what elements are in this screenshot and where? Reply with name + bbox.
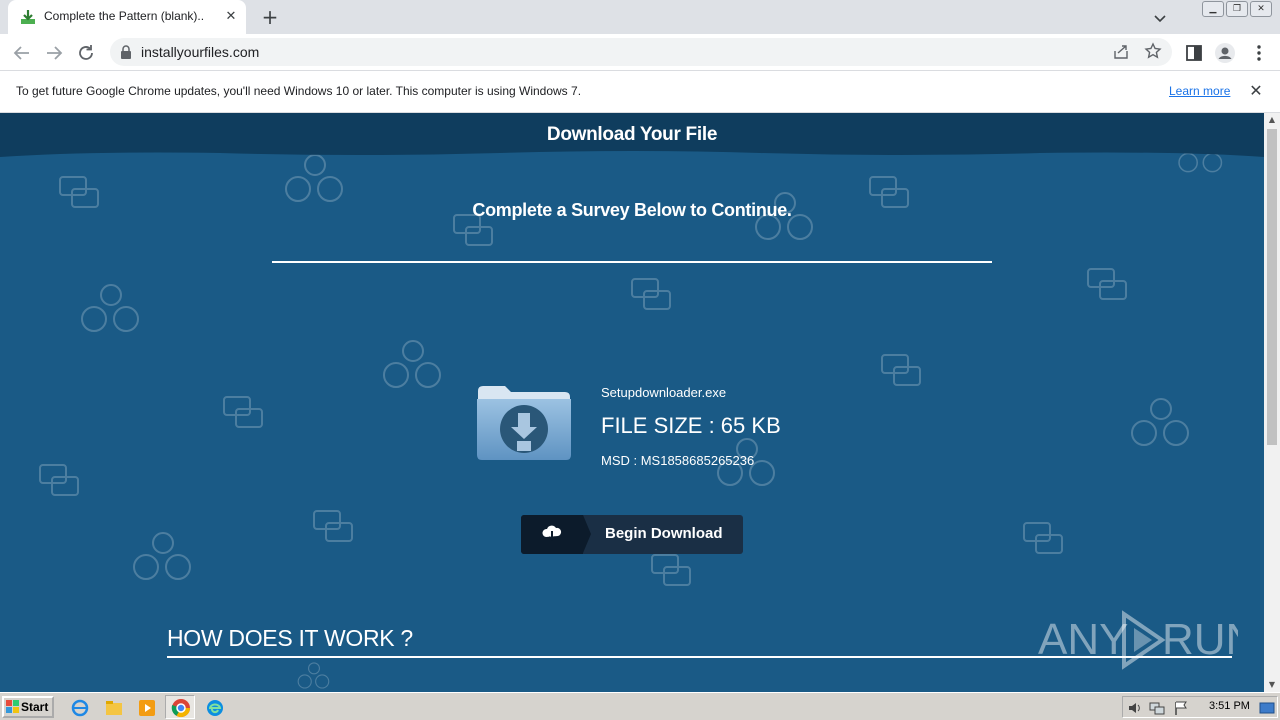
download-folder-icon — [477, 386, 571, 460]
web-page: Download Your File Complete a Survey Bel… — [0, 113, 1264, 692]
windows-taskbar: Start 3:51 PM — [0, 692, 1280, 720]
cloud-download-icon — [542, 525, 562, 542]
chat-bubble-icon — [1023, 522, 1063, 554]
start-label: Start — [21, 700, 49, 714]
chat-bubble-icon — [39, 464, 79, 496]
file-explorer-icon[interactable] — [104, 698, 124, 718]
scroll-up-arrow-icon[interactable]: ▲ — [1264, 113, 1280, 127]
menu-dots-icon[interactable] — [1248, 42, 1270, 64]
button-arrow — [583, 515, 591, 553]
chat-bubble-icon — [1087, 268, 1127, 300]
lock-icon[interactable] — [120, 45, 132, 59]
chat-bubble-icon — [631, 278, 671, 310]
begin-download-label: Begin Download — [605, 525, 723, 542]
clock-time[interactable]: 3:51 PM — [1209, 700, 1250, 712]
new-tab-button[interactable]: + — [258, 6, 282, 30]
infobar-message: To get future Google Chrome updates, you… — [16, 84, 582, 98]
people-group-icon — [81, 284, 139, 332]
back-icon[interactable] — [9, 40, 35, 66]
people-group-icon — [383, 340, 441, 388]
file-msd: MSD : MS1858685265236 — [601, 453, 755, 468]
begin-download-button[interactable]: Begin Download — [521, 515, 743, 554]
share-icon[interactable] — [1113, 44, 1129, 60]
close-infobar-icon[interactable]: ✕ — [1247, 82, 1265, 100]
browser-tab[interactable]: Complete the Pattern (blank).. ✕ — [8, 0, 246, 34]
page-header-title: Download Your File — [546, 124, 718, 145]
forward-icon[interactable] — [41, 40, 67, 66]
page-scrollbar[interactable]: ▲ ▼ — [1264, 113, 1280, 692]
internet-explorer-icon[interactable] — [70, 698, 90, 718]
file-name: Setupdownloader.exe — [601, 385, 727, 400]
divider-line — [272, 261, 992, 263]
chat-bubble-icon — [651, 554, 691, 586]
window-controls: ▁ ❐ ✕ — [1202, 1, 1272, 17]
profile-avatar-icon[interactable] — [1214, 42, 1236, 64]
download-favicon-icon — [21, 10, 35, 24]
svg-text:ANY: ANY — [1038, 615, 1128, 664]
bookmark-star-icon[interactable] — [1144, 42, 1162, 60]
how-it-works-heading: HOW DOES IT WORK ? — [167, 625, 413, 651]
anyrun-watermark-logo: ANY RUN — [1038, 610, 1238, 670]
url-text[interactable]: installyourfiles.com — [141, 44, 259, 60]
windows-flag-icon — [6, 700, 19, 713]
tab-strip: Complete the Pattern (blank).. ✕ + ▁ ❐ ✕ — [0, 0, 1280, 34]
close-window-button[interactable]: ✕ — [1250, 1, 1272, 17]
minimize-button[interactable]: ▁ — [1202, 1, 1224, 17]
side-panel-icon[interactable] — [1183, 42, 1205, 64]
network-icon[interactable] — [1149, 700, 1165, 716]
tab-title: Complete the Pattern (blank).. — [44, 9, 204, 23]
svg-text:RUN: RUN — [1162, 615, 1238, 664]
reload-icon[interactable] — [73, 40, 99, 66]
address-bar[interactable]: installyourfiles.com — [110, 38, 1172, 66]
people-group-icon — [1131, 398, 1189, 446]
scroll-down-arrow-icon[interactable]: ▼ — [1264, 678, 1280, 692]
people-group-icon — [285, 154, 343, 202]
header-title-wrap: Download Your File — [0, 113, 1264, 159]
chrome-icon — [171, 699, 190, 718]
scroll-thumb[interactable] — [1267, 129, 1277, 445]
show-desktop-icon[interactable] — [1259, 700, 1275, 716]
people-group-icon — [297, 662, 330, 689]
chevron-down-icon[interactable] — [1150, 8, 1170, 28]
chat-bubble-icon — [223, 396, 263, 428]
people-group-icon — [133, 532, 191, 580]
restore-button[interactable]: ❐ — [1226, 1, 1248, 17]
action-center-flag-icon[interactable] — [1173, 700, 1189, 716]
learn-more-link[interactable]: Learn more — [1169, 84, 1230, 98]
close-tab-icon[interactable]: ✕ — [222, 8, 240, 26]
volume-icon[interactable] — [1127, 700, 1143, 716]
start-button[interactable]: Start — [2, 696, 54, 718]
survey-heading: Complete a Survey Below to Continue. — [472, 200, 792, 220]
chrome-taskbar-button[interactable] — [165, 695, 195, 719]
edge-icon[interactable] — [205, 698, 225, 718]
system-tray: 3:51 PM — [1122, 696, 1278, 718]
chat-bubble-icon — [313, 510, 353, 542]
browser-toolbar: installyourfiles.com — [0, 34, 1280, 71]
update-infobar: To get future Google Chrome updates, you… — [0, 71, 1280, 113]
chat-bubble-icon — [881, 354, 921, 386]
media-player-icon[interactable] — [137, 698, 157, 718]
file-size: FILE SIZE : 65 KB — [601, 413, 781, 438]
